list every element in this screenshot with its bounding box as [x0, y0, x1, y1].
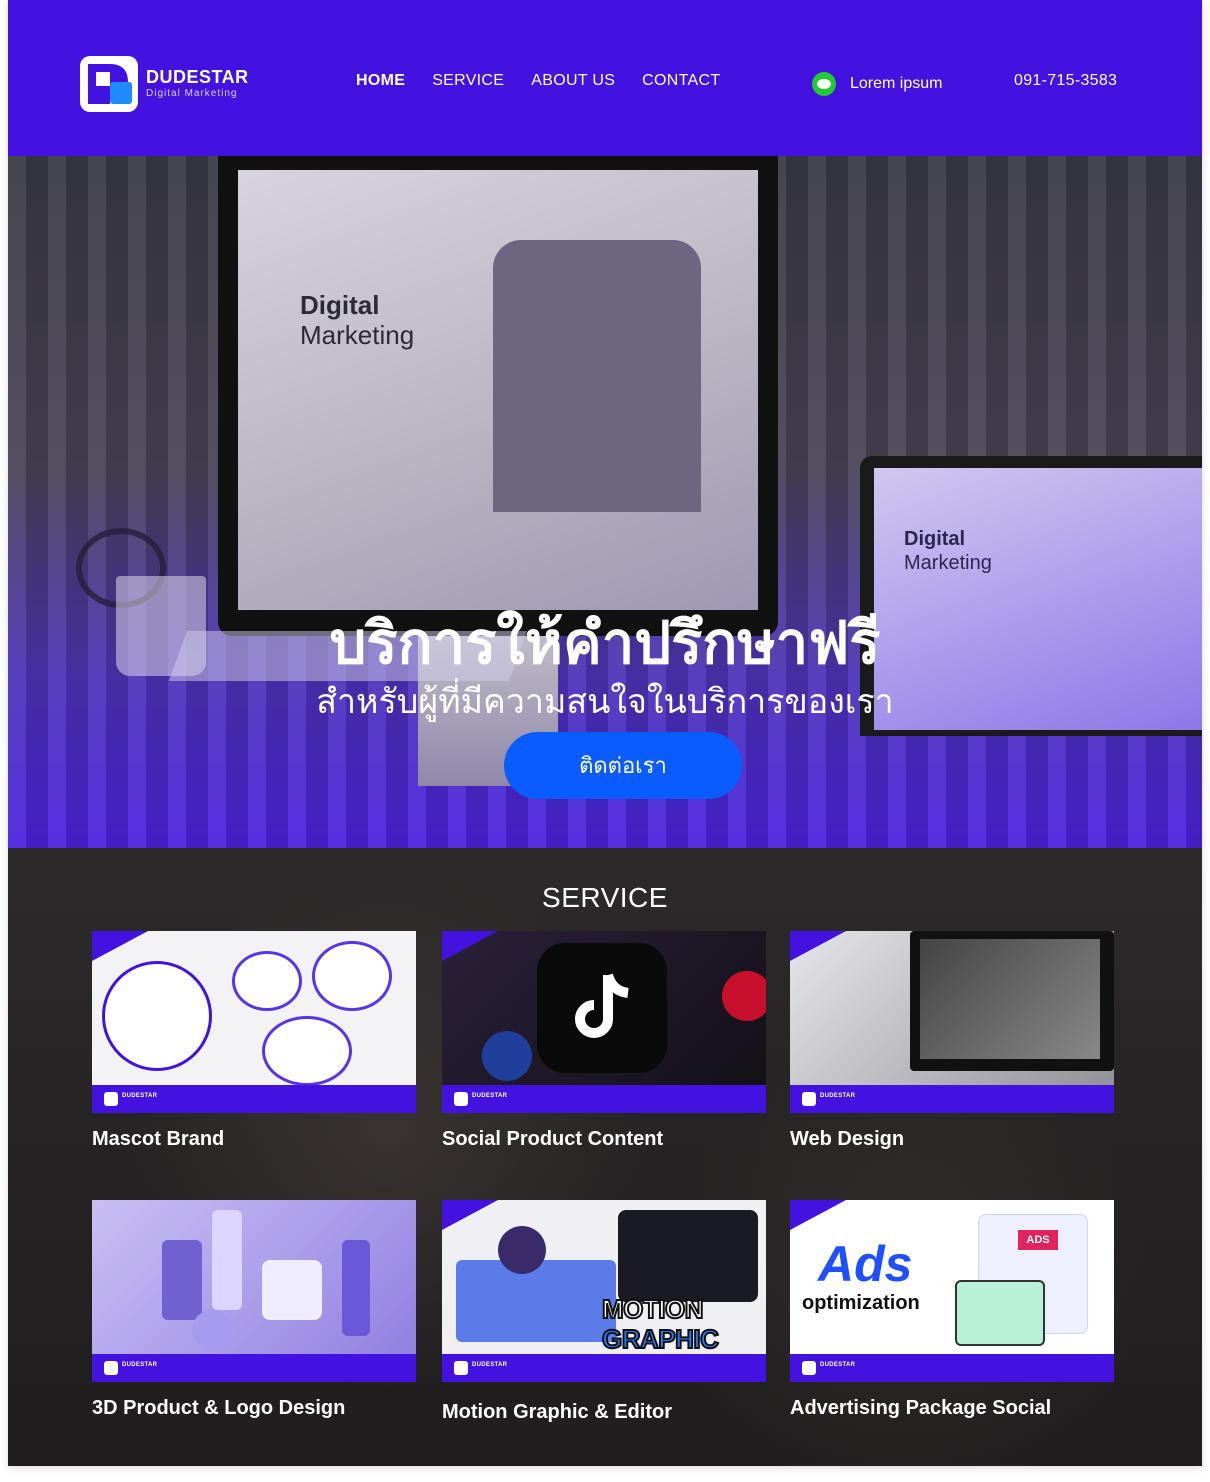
ads-badge: ADS: [1018, 1230, 1058, 1250]
motion-thumb-text-2: GRAPHIC: [601, 1323, 720, 1355]
logo-subtitle: Digital Marketing: [146, 88, 238, 99]
nav-service[interactable]: SERVICE: [432, 72, 504, 90]
logo[interactable]: DUDESTAR Digital Marketing: [80, 56, 250, 112]
service-thumb-motion: MOTION GRAPHIC DUDESTAR: [442, 1200, 766, 1382]
monitor-screen: Digital Marketing: [238, 170, 758, 610]
service-thumb-band: DUDESTAR: [92, 1354, 416, 1382]
line-contact[interactable]: Lorem ipsum: [812, 72, 942, 96]
ads-thumb-text-1: Ads: [818, 1236, 913, 1292]
hero-subtitle: สำหรับผู้ที่มีความสนใจในบริการของเรา: [316, 683, 894, 721]
line-icon: [812, 72, 836, 96]
service-label: Advertising Package Social: [790, 1397, 1052, 1419]
logo-name: DUDESTAR: [146, 67, 249, 87]
service-thumb-web: DUDESTAR: [790, 931, 1114, 1113]
services-section: SERVICE DUDESTAR Mascot Brand DUDESTAR S…: [8, 848, 1202, 1466]
service-thumb-band: DUDESTAR: [790, 1085, 1114, 1113]
service-thumb-band: DUDESTAR: [92, 1085, 416, 1113]
service-label: Mascot Brand: [92, 1128, 225, 1150]
monitor-screen-title-2: Marketing: [300, 320, 415, 350]
service-thumb-band: DUDESTAR: [442, 1085, 766, 1113]
monitor-image: Digital Marketing: [218, 156, 778, 636]
nav-home[interactable]: HOME: [356, 72, 405, 90]
page: DUDESTAR Digital Marketing HOME SERVICE …: [8, 0, 1202, 1466]
service-thumb-band: DUDESTAR: [442, 1354, 766, 1382]
service-label: Motion Graphic & Editor: [442, 1401, 672, 1423]
laptop-screen-title: Digital: [904, 528, 966, 550]
service-label: Social Product Content: [442, 1128, 664, 1150]
main-nav: HOME SERVICE ABOUT US CONTACT: [356, 72, 720, 90]
tiktok-icon: [575, 973, 629, 1038]
contact-us-button[interactable]: ติดต่อเรา: [504, 732, 742, 799]
service-label: 3D Product & Logo Design: [92, 1397, 346, 1419]
service-thumb-social: DUDESTAR: [442, 931, 766, 1113]
phone-number[interactable]: 091-715-3583: [1014, 72, 1117, 90]
service-thumb-band: DUDESTAR: [790, 1354, 1114, 1382]
monitor-screen-title: Digital: [300, 290, 380, 320]
monitor-screen-card: [493, 240, 701, 512]
service-thumb-3d: DUDESTAR: [92, 1200, 416, 1382]
ads-thumb-text-2: optimization: [802, 1292, 920, 1314]
header: DUDESTAR Digital Marketing HOME SERVICE …: [8, 0, 1202, 156]
hero-section: Digital Marketing Digital Marketing บริก…: [8, 156, 1202, 848]
services-title: SERVICE: [542, 882, 668, 913]
logo-mark-icon: [80, 56, 138, 112]
service-thumb-ads: Ads optimization ADS DUDESTAR: [790, 1200, 1114, 1382]
service-thumb-mascot: DUDESTAR: [92, 931, 416, 1113]
nav-about-us[interactable]: ABOUT US: [531, 72, 615, 90]
motion-thumb-text-1: MOTION: [601, 1293, 705, 1325]
service-label: Web Design: [790, 1128, 905, 1150]
laptop-screen-title-2: Marketing: [904, 552, 992, 574]
line-label: Lorem ipsum: [850, 75, 943, 92]
nav-contact[interactable]: CONTACT: [642, 72, 720, 90]
